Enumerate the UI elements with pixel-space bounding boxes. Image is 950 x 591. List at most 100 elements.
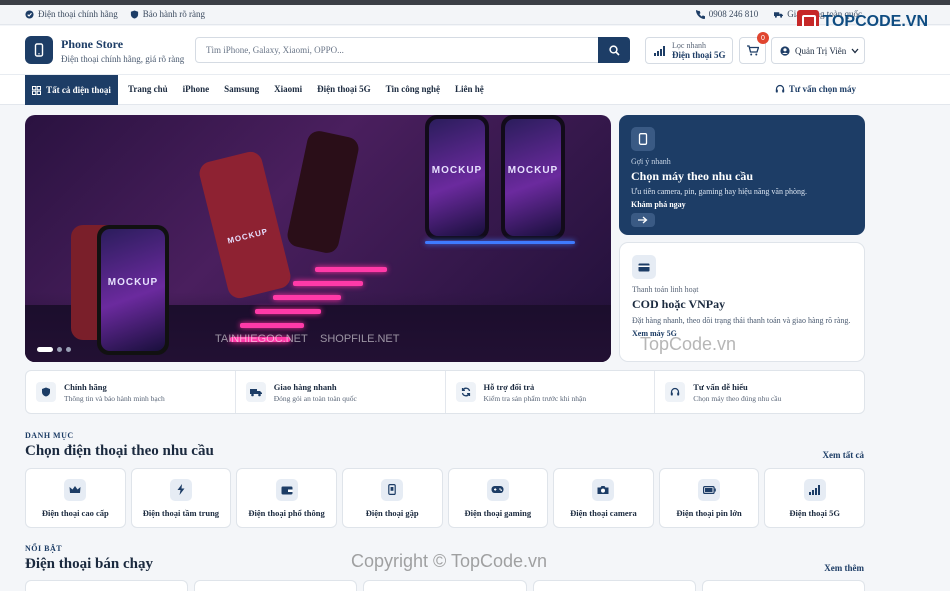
category-5g[interactable]: Điện thoại 5G (764, 468, 865, 528)
topbar-item-genuine: Điện thoại chính hãng (25, 9, 118, 19)
nav-link-contact[interactable]: Liên hệ (455, 84, 484, 94)
bestseller-kicker: NỔI BẬT (25, 544, 63, 553)
quick-filter-label: Lọc nhanh (672, 41, 706, 50)
category-label: Điện thoại gaming (464, 507, 532, 518)
category-label: Điện thoại phổ thông (248, 507, 325, 518)
category-camera[interactable]: Điện thoại camera (553, 468, 654, 528)
promo-payment-kicker: Thanh toán linh hoạt (632, 285, 699, 294)
neon-step (293, 281, 363, 286)
copyright-watermark: Copyright © TopCode.vn (351, 551, 548, 571)
all-phones-button[interactable]: Tất cả điện thoại (25, 75, 118, 105)
feature-sub: Thông tin và bảo hành minh bạch (64, 393, 165, 403)
product-card[interactable] (363, 580, 527, 591)
nav-link-tech-news[interactable]: Tin công nghệ (386, 84, 440, 94)
category-label: Điện thoại cao cấp (41, 507, 109, 518)
nav-link-5g[interactable]: Điện thoại 5G (317, 84, 371, 94)
quick-filter-value: Điện thoại 5G (672, 50, 726, 60)
hero-phone-right-1: MOCKUP (425, 115, 489, 240)
hero-phone-left: MOCKUP (97, 225, 169, 355)
brand-name: Phone Store (61, 37, 124, 51)
headset-icon (665, 382, 686, 402)
advice-link[interactable]: Tư vấn chọn máy (775, 84, 856, 94)
user-menu[interactable]: Quản Trị Viên (771, 37, 865, 64)
category-gaming[interactable]: Điện thoại gaming (447, 468, 549, 528)
category-label: Điện thoại pin lớn (676, 507, 742, 518)
nav-link-iphone[interactable]: iPhone (183, 84, 210, 94)
bestseller-view-more-link[interactable]: Xem thêm (824, 563, 864, 573)
crown-icon (64, 478, 87, 501)
phone-icon (695, 9, 705, 19)
wallet-icon (275, 478, 298, 501)
brand-tagline: Điện thoại chính hãng, giá rõ ràng (61, 54, 185, 64)
search-input[interactable] (196, 38, 596, 62)
category-big-battery[interactable]: Điện thoại pin lớn (658, 468, 760, 528)
carousel-dot[interactable] (57, 347, 62, 352)
product-card[interactable] (194, 580, 358, 591)
nav-link-home[interactable]: Trang chủ (128, 84, 168, 94)
feature-title: Tư vấn dễ hiểu (693, 381, 748, 392)
topbar-phone[interactable]: 0908 246 810 (695, 9, 758, 19)
cart-button[interactable]: 0 (739, 32, 769, 64)
product-card[interactable] (25, 580, 189, 591)
main-nav: Tất cả điện thoại Trang chủ iPhone Samsu… (0, 74, 950, 105)
product-card[interactable] (532, 580, 696, 591)
nav-link-xiaomi[interactable]: Xiaomi (274, 84, 302, 94)
category-premium[interactable]: Điện thoại cao cấp (25, 468, 126, 528)
topbar-item-warranty: Bảo hành rõ ràng (130, 9, 205, 19)
feature-sub: Đóng gói an toàn toàn quốc (273, 393, 357, 403)
shield-icon (130, 9, 138, 19)
topbar-warranty-text: Bảo hành rõ ràng (142, 9, 205, 19)
hero-watermark-2: SHOPFILE.NET (320, 333, 400, 345)
feature-shipping: Giao hàng nhanh Đóng gói an toàn toàn quố… (236, 371, 446, 413)
carousel-dots (37, 347, 71, 352)
smartphone-icon (631, 127, 655, 151)
feature-sub: Kiểm tra sản phẩm trước khi nhận (483, 393, 587, 403)
category-foldable[interactable]: Điện thoại gập (341, 468, 443, 528)
brand-logo[interactable]: Phone Store Điện thoại chính hãng, giá r… (25, 36, 184, 64)
feature-title: Hỗ trợ đổi trả (483, 381, 535, 392)
hero-watermark-1: TAINHIEGOC.NET (215, 333, 308, 345)
search-button[interactable] (598, 37, 630, 63)
arrow-right-icon[interactable] (631, 213, 655, 227)
nav-link-samsung[interactable]: Samsung (224, 84, 259, 94)
hero-phone-center-dark (285, 128, 361, 256)
promo-payment-title: COD hoặc VNPay (632, 297, 726, 311)
bolt-icon (169, 478, 192, 501)
feature-sub: Chọn máy theo đúng nhu cầu (693, 393, 782, 403)
carousel-dot-active[interactable] (37, 347, 53, 352)
smartphone-icon (25, 36, 53, 64)
neon-step (255, 309, 321, 314)
category-label: Điện thoại 5G (789, 507, 840, 518)
refresh-icon (455, 382, 476, 402)
headset-icon (775, 84, 785, 93)
category-budget[interactable]: Điện thoại phổ thông (236, 468, 337, 528)
neon-step (273, 295, 341, 300)
product-row (25, 580, 866, 591)
promo-choose-kicker: Gợi ý nhanh (631, 157, 671, 166)
chevron-down-icon (851, 48, 859, 53)
promo-card-choose[interactable]: Gợi ý nhanh Chọn máy theo nhu cầu Ưu tiê… (619, 115, 865, 235)
categories-title: Chọn điện thoại theo nhu cầu (25, 443, 214, 459)
site-header: Phone Store Điện thoại chính hãng, giá r… (0, 26, 950, 74)
bestseller-title: Điện thoại bán chạy (25, 556, 153, 572)
hero-banner[interactable]: MOCKUP MOCKUP MOCKUP MOCKUP TAINHIEGOC.N… (25, 115, 611, 362)
user-name: Quản Trị Viên (795, 45, 847, 56)
product-card[interactable] (701, 580, 866, 591)
categories-kicker: DANH MỤC (25, 431, 74, 440)
hero-phone-right-2: MOCKUP (501, 115, 565, 240)
category-midrange[interactable]: Điện thoại tầm trung (130, 468, 232, 528)
gamepad-icon (486, 478, 509, 501)
topbar-genuine-text: Điện thoại chính hãng (38, 9, 118, 19)
categories-view-all-link[interactable]: Xem tất cả (823, 450, 864, 460)
search-box (195, 37, 630, 63)
carousel-dot[interactable] (66, 347, 71, 352)
search-icon (608, 44, 620, 56)
advice-label: Tư vấn chọn máy (788, 84, 856, 94)
quick-filter-button[interactable]: Lọc nhanh Điện thoại 5G (645, 37, 733, 64)
promo-choose-action[interactable]: Khám phá ngay (631, 200, 853, 209)
shield-icon (36, 382, 56, 402)
signal-icon (803, 478, 826, 501)
battery-icon (698, 478, 721, 501)
feature-strip: Chính hãng Thông tin và bảo hành minh bạc… (25, 370, 865, 414)
camera-icon (592, 478, 615, 501)
